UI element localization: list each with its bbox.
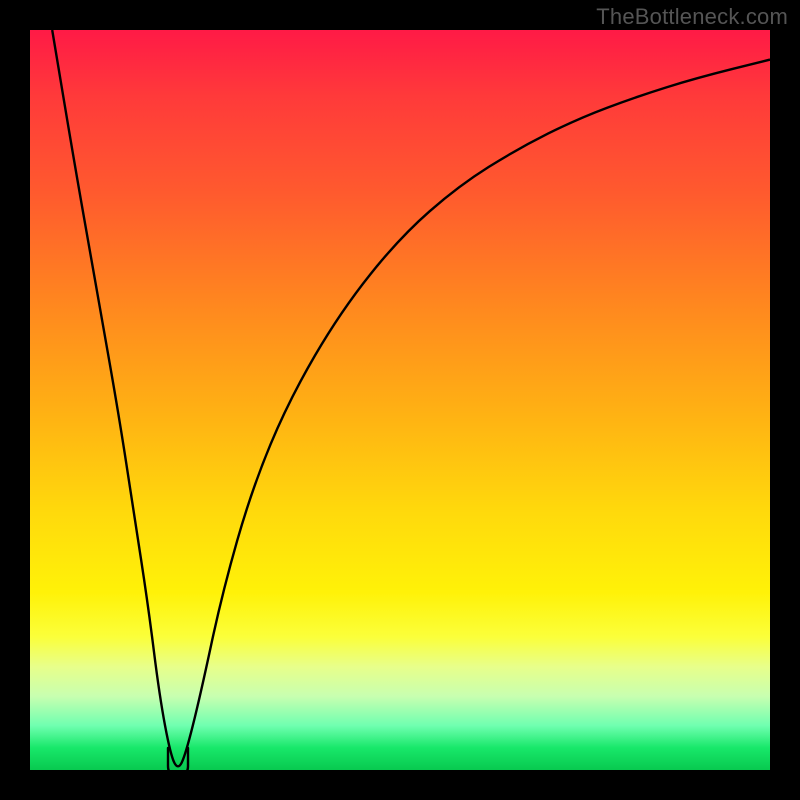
attribution-text: TheBottleneck.com [596,4,788,30]
curve-layer [30,30,770,770]
bottleneck-curve [52,30,770,766]
chart-frame: TheBottleneck.com [0,0,800,800]
plot-area [30,30,770,770]
